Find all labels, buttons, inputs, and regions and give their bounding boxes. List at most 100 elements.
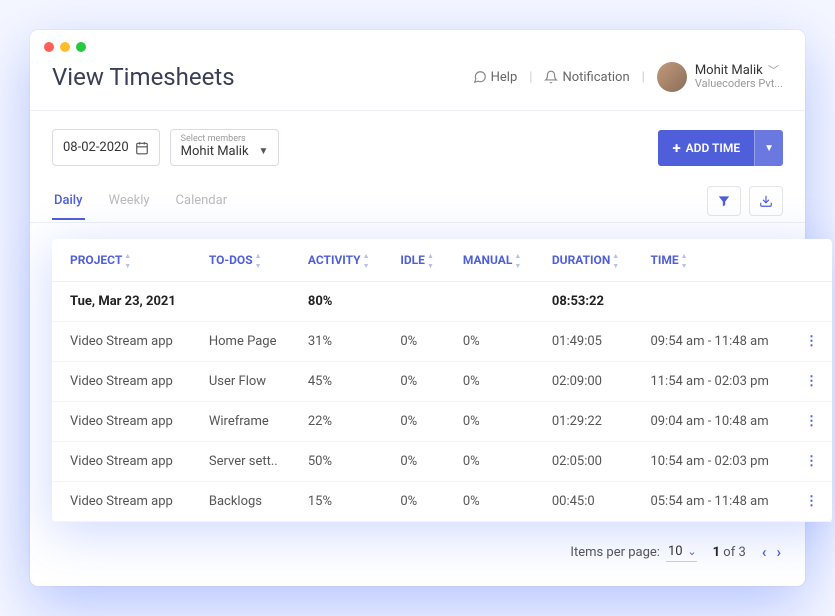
tab-weekly[interactable]: Weekly: [107, 183, 152, 220]
cell-todo: Server sett..: [197, 442, 296, 482]
tabs-row: Daily Weekly Calendar: [30, 180, 805, 223]
chevron-down-icon: ⌄: [687, 545, 696, 558]
page-title: View Timesheets: [52, 63, 235, 91]
summary-duration: 08:53:22: [540, 282, 639, 322]
summary-activity: 80%: [296, 282, 389, 322]
col-time[interactable]: TIME: [638, 239, 790, 282]
cell-time: 09:54 am - 11:48 am: [638, 322, 790, 362]
calendar-icon: [135, 141, 149, 155]
col-manual[interactable]: MANUAL: [451, 239, 540, 282]
cell-idle: 0%: [388, 402, 450, 442]
col-idle[interactable]: IDLE: [388, 239, 450, 282]
notification-label: Notification: [562, 70, 629, 85]
user-info: Mohit Malik ﹀ Valuecoders Pvt...: [695, 64, 783, 90]
cell-todo: Wireframe: [197, 402, 296, 442]
avatar: [657, 62, 687, 92]
col-project[interactable]: PROJECT: [52, 239, 197, 282]
download-icon: [759, 194, 773, 208]
cell-manual: 0%: [451, 482, 540, 522]
separator: |: [529, 70, 532, 85]
next-page-button[interactable]: ›: [776, 543, 781, 561]
row-menu-button[interactable]: ⋮: [790, 442, 832, 482]
cell-project: Video Stream app: [52, 402, 197, 442]
pagination-bar: Items per page: 10 ⌄ 1 of 3 ‹ ›: [30, 522, 805, 586]
minimize-window-icon[interactable]: [60, 42, 70, 52]
cell-activity: 45%: [296, 362, 389, 402]
member-value: Mohit Malik: [181, 144, 249, 159]
table-row: Video Stream app Home Page 31% 0% 0% 01:…: [52, 322, 832, 362]
table-row: Video Stream app User Flow 45% 0% 0% 02:…: [52, 362, 832, 402]
page-count: 1 of 3: [713, 545, 746, 560]
member-field-label: Select members: [181, 134, 269, 144]
help-link[interactable]: Help: [473, 70, 518, 85]
cell-project: Video Stream app: [52, 482, 197, 522]
cell-activity: 50%: [296, 442, 389, 482]
sort-icon: [514, 256, 522, 266]
tab-daily[interactable]: Daily: [52, 183, 85, 220]
top-right-controls: Help | Notification | Mohit Malik ﹀ Valu…: [473, 62, 783, 92]
help-label: Help: [491, 70, 518, 85]
filter-left: 08-02-2020 Select members Mohit Malik ▼: [52, 129, 279, 166]
cell-manual: 0%: [451, 362, 540, 402]
row-menu-button[interactable]: ⋮: [790, 482, 832, 522]
add-time-button[interactable]: + ADD TIME: [658, 130, 754, 166]
member-select[interactable]: Select members Mohit Malik ▼: [170, 129, 280, 166]
cell-time: 11:54 am - 02:03 pm: [638, 362, 790, 402]
cell-todo: Backlogs: [197, 482, 296, 522]
cell-todo: Home Page: [197, 322, 296, 362]
cell-duration: 00:45:0: [540, 482, 639, 522]
sort-icon: [124, 256, 132, 266]
date-picker[interactable]: 08-02-2020: [52, 129, 160, 166]
cell-idle: 0%: [388, 482, 450, 522]
row-menu-button[interactable]: ⋮: [790, 322, 832, 362]
prev-page-button[interactable]: ‹: [762, 543, 767, 561]
notification-link[interactable]: Notification: [544, 70, 629, 85]
cell-activity: 22%: [296, 402, 389, 442]
bell-icon: [544, 70, 558, 84]
user-name: Mohit Malik ﹀: [695, 64, 783, 78]
row-menu-button[interactable]: ⋮: [790, 362, 832, 402]
download-button[interactable]: [749, 186, 783, 216]
cell-time: 05:54 am - 11:48 am: [638, 482, 790, 522]
sort-icon: [612, 256, 620, 266]
page-arrows: ‹ ›: [762, 543, 781, 561]
add-time-dropdown[interactable]: ▼: [754, 130, 783, 166]
timesheet-table-card: PROJECT TO-DOS ACTIVITY IDLE MANUAL DURA…: [52, 239, 832, 522]
maximize-window-icon[interactable]: [76, 42, 86, 52]
app-window: View Timesheets Help | Notification | Mo…: [30, 30, 805, 586]
row-menu-button[interactable]: ⋮: [790, 402, 832, 442]
ipp-select[interactable]: 10 ⌄: [666, 542, 697, 562]
cell-activity: 15%: [296, 482, 389, 522]
table-header-row: PROJECT TO-DOS ACTIVITY IDLE MANUAL DURA…: [52, 239, 832, 282]
filter-bar: 08-02-2020 Select members Mohit Malik ▼ …: [30, 110, 805, 180]
table-row: Video Stream app Wireframe 22% 0% 0% 01:…: [52, 402, 832, 442]
close-window-icon[interactable]: [44, 42, 54, 52]
date-value: 08-02-2020: [63, 140, 129, 155]
col-activity[interactable]: ACTIVITY: [296, 239, 389, 282]
cell-todo: User Flow: [197, 362, 296, 402]
cell-idle: 0%: [388, 322, 450, 362]
table-row: Video Stream app Backlogs 15% 0% 0% 00:4…: [52, 482, 832, 522]
filter-button[interactable]: [707, 186, 741, 216]
separator: |: [642, 70, 645, 85]
cell-time: 09:04 am - 10:48 am: [638, 402, 790, 442]
add-time-label: ADD TIME: [686, 141, 740, 155]
user-menu[interactable]: Mohit Malik ﹀ Valuecoders Pvt...: [657, 62, 783, 92]
chat-icon: [473, 70, 487, 84]
sort-icon: [427, 256, 435, 266]
cell-manual: 0%: [451, 322, 540, 362]
col-duration[interactable]: DURATION: [540, 239, 639, 282]
window-traffic-lights: [30, 30, 805, 58]
ipp-label: Items per page:: [570, 545, 660, 560]
tab-calendar[interactable]: Calendar: [174, 183, 230, 220]
summary-row: Tue, Mar 23, 202180%08:53:22: [52, 282, 832, 322]
cell-project: Video Stream app: [52, 322, 197, 362]
top-bar: View Timesheets Help | Notification | Mo…: [30, 58, 805, 110]
cell-project: Video Stream app: [52, 362, 197, 402]
caret-down-icon: ▼: [764, 143, 774, 154]
col-todos[interactable]: TO-DOS: [197, 239, 296, 282]
cell-idle: 0%: [388, 442, 450, 482]
timesheet-table: PROJECT TO-DOS ACTIVITY IDLE MANUAL DURA…: [52, 239, 832, 522]
user-company: Valuecoders Pvt...: [695, 78, 783, 90]
cell-manual: 0%: [451, 442, 540, 482]
